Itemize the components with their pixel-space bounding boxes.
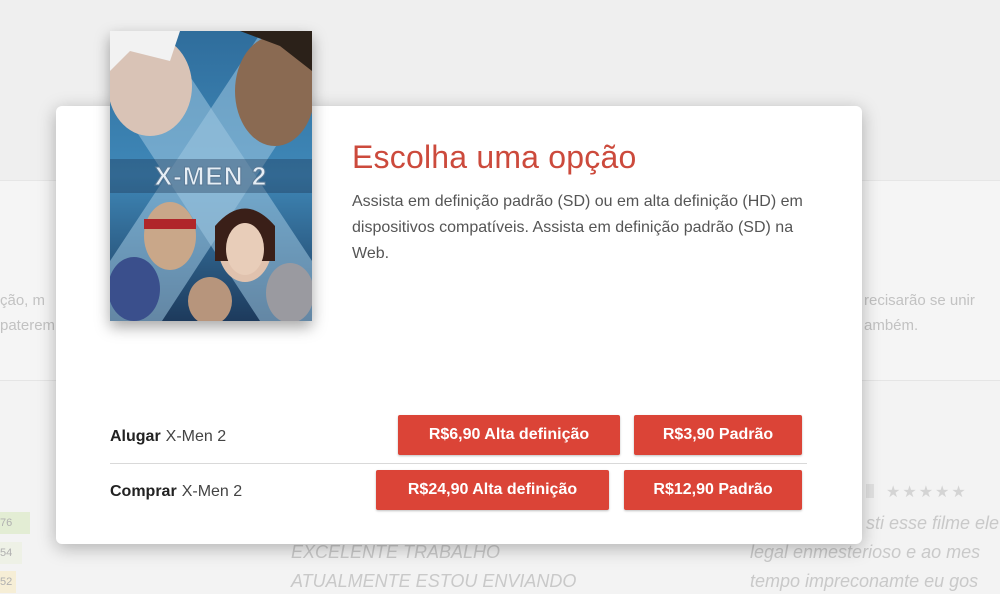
rent-action: Alugar: [110, 428, 161, 445]
rent-movie-title: X-Men 2: [165, 428, 227, 445]
rent-option-row: Alugar X-Men 2 R$6,90 Alta definição R$3,…: [110, 414, 807, 462]
rent-sd-button[interactable]: R$3,90 Padrão: [634, 415, 802, 455]
rating-marker: [866, 484, 874, 498]
review-text: legal enmesterioso e ao mes: [750, 542, 981, 562]
buy-sd-button[interactable]: R$12,90 Padrão: [624, 470, 802, 510]
rent-label: Alugar X-Men 2: [110, 428, 226, 446]
review-text: EXCELENTE TRABALHO: [291, 542, 501, 562]
review-text: sti esse filme ele: [866, 513, 1000, 533]
rating-count: 76: [0, 512, 30, 534]
row-divider: [110, 463, 807, 464]
background-text: recisarão se unir: [864, 292, 975, 309]
review-text: tempo impreconamte eu gos: [750, 571, 979, 591]
buy-movie-title: X-Men 2: [181, 483, 243, 500]
rating-count: 52: [0, 571, 16, 593]
buy-hd-button[interactable]: R$24,90 Alta definição: [376, 470, 609, 510]
poster-title: X-MEN 2: [155, 161, 267, 191]
buy-label: Comprar X-Men 2: [110, 483, 242, 501]
background-text: paterem: [0, 317, 56, 334]
review-text: ATUALMENTE ESTOU ENVIANDO: [291, 571, 577, 591]
rating-count: 54: [0, 542, 22, 564]
star-rating-icon: ★★★★★: [886, 484, 968, 501]
background-text: ambém.: [864, 317, 919, 334]
buy-action: Comprar: [110, 483, 177, 500]
movie-poster: X-MEN 2: [110, 31, 312, 321]
dialog-description: Assista em definição padrão (SD) ou em a…: [352, 193, 803, 262]
dialog-title: Escolha uma opção: [352, 139, 637, 175]
rent-hd-button[interactable]: R$6,90 Alta definição: [398, 415, 620, 455]
buy-option-row: Comprar X-Men 2 R$24,90 Alta definição R$…: [110, 469, 807, 517]
background-text: ção, m: [0, 292, 46, 309]
poster-artwork: X-MEN 2: [110, 31, 312, 321]
